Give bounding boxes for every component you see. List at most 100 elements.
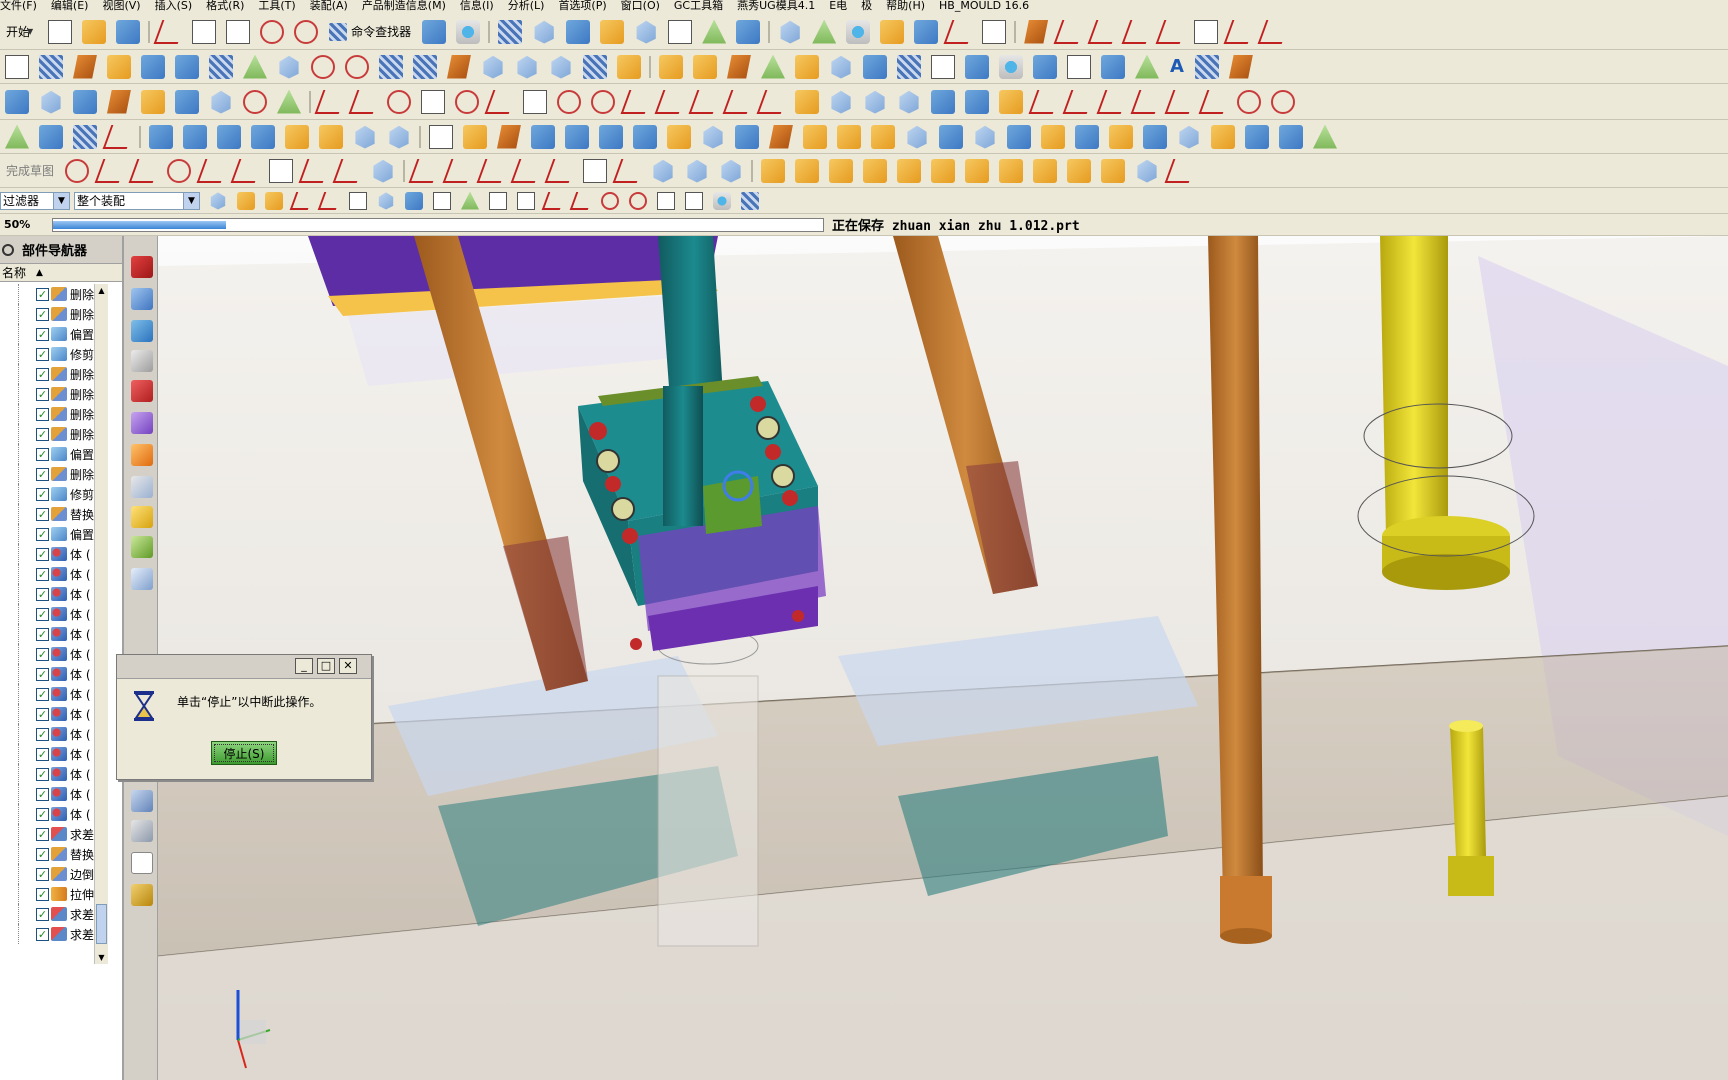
electrode-icon[interactable]	[131, 820, 153, 842]
visibility-checkbox[interactable]: ✓	[36, 727, 49, 741]
existing-point-icon[interactable]	[657, 191, 675, 210]
move-component-icon[interactable]	[736, 19, 761, 44]
visibility-checkbox[interactable]: ✓	[36, 687, 49, 701]
chamfer-icon[interactable]	[41, 90, 61, 114]
visibility-checkbox[interactable]: ✓	[36, 487, 49, 501]
split-body-icon[interactable]	[667, 124, 691, 149]
system-materials-icon[interactable]	[131, 476, 153, 498]
assembly-navigator-icon[interactable]	[131, 256, 153, 278]
edge-blend-icon[interactable]	[803, 124, 827, 149]
visibility-checkbox[interactable]: ✓	[36, 447, 49, 461]
boss-icon[interactable]	[319, 124, 343, 149]
sketch-arc-icon[interactable]	[128, 158, 162, 183]
shield-icon[interactable]	[1135, 54, 1159, 79]
menu-item[interactable]: 信息(I)	[460, 0, 508, 12]
pocket-icon[interactable]	[355, 125, 375, 149]
draft-icon[interactable]	[659, 54, 683, 79]
line-b-icon[interactable]	[1062, 89, 1096, 114]
crosshair-icon[interactable]	[131, 852, 153, 874]
select-all-icon[interactable]	[210, 192, 226, 210]
divide-curve-icon[interactable]	[722, 89, 756, 114]
sketch-point-icon[interactable]	[332, 158, 366, 183]
command-finder-button[interactable]: 命令查找器	[329, 22, 411, 41]
add-component-icon[interactable]	[795, 158, 820, 183]
cylinder-icon[interactable]	[769, 124, 793, 149]
standard-parts-icon[interactable]	[131, 790, 153, 812]
line-tool-icon[interactable]	[314, 89, 348, 114]
line-f-icon[interactable]	[1198, 89, 1232, 114]
rectangle-tool-icon[interactable]	[421, 89, 445, 114]
sketch-constraint-icon[interactable]	[510, 158, 544, 183]
sketch-chamfer-icon[interactable]	[230, 158, 264, 183]
law-extension-icon[interactable]	[447, 54, 471, 79]
unsew-icon[interactable]	[551, 55, 571, 79]
mate-component-icon[interactable]	[863, 158, 888, 183]
text-tool-button[interactable]: A	[1170, 56, 1184, 77]
auto-constrain-icon[interactable]	[612, 158, 646, 183]
extract-body-icon[interactable]	[1179, 125, 1199, 149]
assembly-icon[interactable]	[702, 19, 727, 44]
visibility-checkbox[interactable]: ✓	[36, 927, 49, 941]
mold-assembly-model[interactable]	[158, 236, 1728, 1080]
visibility-checkbox[interactable]: ✓	[36, 507, 49, 521]
polygon-tool-icon[interactable]	[455, 89, 479, 114]
curve-rule-icon[interactable]	[237, 191, 255, 210]
blend-surface-icon[interactable]	[311, 54, 335, 79]
datum-axis-icon[interactable]	[865, 90, 885, 114]
line-e-icon[interactable]	[1164, 89, 1198, 114]
point-on-curve-icon[interactable]	[685, 191, 703, 210]
cut-icon[interactable]	[153, 19, 187, 44]
stop-button[interactable]: 停止(S)	[211, 741, 277, 765]
profile-icon[interactable]	[65, 158, 90, 183]
visibility-checkbox[interactable]: ✓	[36, 887, 49, 901]
roles-icon[interactable]	[131, 568, 153, 590]
cone-b-icon[interactable]	[1313, 124, 1337, 149]
frame-icon[interactable]	[931, 54, 955, 79]
offset-region-icon[interactable]	[243, 89, 267, 114]
sheet-icon[interactable]	[1101, 54, 1125, 79]
extract-curve-icon[interactable]	[756, 89, 790, 114]
sequence-icon[interactable]	[1137, 159, 1157, 183]
menu-item[interactable]: 极	[861, 0, 886, 12]
visibility-checkbox[interactable]: ✓	[36, 627, 49, 641]
line-icon[interactable]	[1053, 19, 1087, 44]
cone-feature-icon[interactable]	[217, 124, 241, 149]
menu-item[interactable]: 产品制造信息(M)	[362, 0, 460, 12]
check-clearance-icon[interactable]	[931, 158, 956, 183]
navigator-scrollbar[interactable]: ▲ ▼	[94, 284, 108, 964]
promote-body-icon[interactable]	[1211, 124, 1235, 149]
menu-item[interactable]: 格式(R)	[206, 0, 258, 12]
datum-csys-icon[interactable]	[899, 90, 919, 114]
menu-item[interactable]: 文件(F)	[0, 0, 51, 12]
finish-sketch-button[interactable]: 完成草图	[6, 162, 54, 179]
mid-point-icon[interactable]	[489, 191, 507, 210]
cylinder-b-icon[interactable]	[1279, 124, 1303, 149]
patch-body-icon[interactable]	[735, 124, 759, 149]
offset-curve-icon[interactable]	[1257, 19, 1291, 44]
visibility-checkbox[interactable]: ✓	[36, 367, 49, 381]
pin-icon[interactable]	[2, 244, 14, 256]
open-file-icon[interactable]	[82, 19, 107, 44]
sew-body-icon[interactable]	[703, 125, 723, 149]
sketch-polygon-icon[interactable]	[373, 159, 393, 183]
brush-icon[interactable]	[5, 89, 29, 114]
selection-scope-select[interactable]: 整个装配 ▼	[74, 191, 200, 210]
undo-icon[interactable]	[260, 19, 285, 44]
block-icon[interactable]	[149, 124, 173, 149]
rib-icon[interactable]	[907, 125, 927, 149]
part-navigator-icon[interactable]	[131, 320, 153, 342]
hole-icon[interactable]	[285, 124, 309, 149]
pattern-icon[interactable]	[73, 89, 97, 114]
menu-item[interactable]: HB_MOULD 16.6	[939, 0, 1043, 12]
curve-icon[interactable]	[1024, 19, 1049, 44]
smart-point-icon[interactable]	[795, 89, 819, 114]
visibility-checkbox[interactable]: ✓	[36, 387, 49, 401]
trim-curve-icon[interactable]	[688, 89, 722, 114]
save-icon[interactable]	[116, 19, 141, 44]
grid-snap-icon[interactable]	[741, 191, 759, 210]
exploded-view-icon[interactable]	[1101, 158, 1126, 183]
menu-item[interactable]: 工具(T)	[258, 0, 309, 12]
feature-curve-icon[interactable]	[317, 191, 343, 210]
visibility-checkbox[interactable]: ✓	[36, 347, 49, 361]
rectangle-select-icon[interactable]	[349, 191, 367, 210]
